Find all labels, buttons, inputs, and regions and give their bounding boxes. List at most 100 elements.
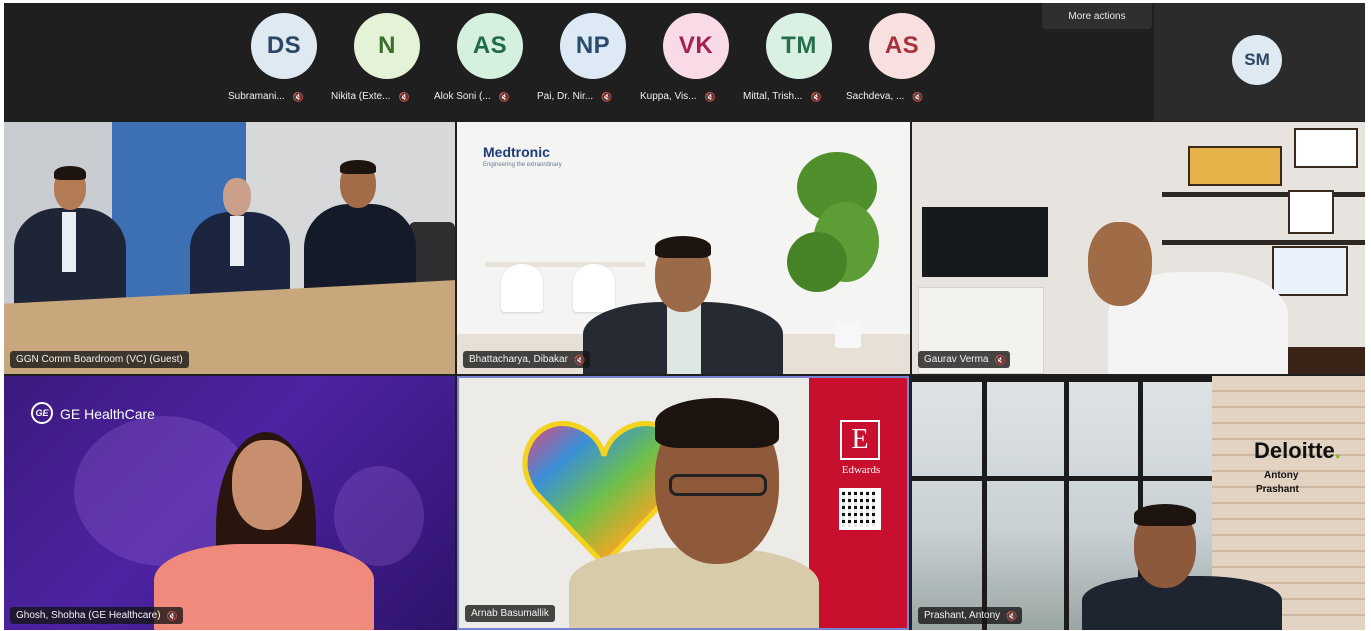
participant-name: Alok Soni (... xyxy=(434,91,491,102)
participant-tile[interactable]: NP Pai, Dr. Nir... 🔇 xyxy=(537,13,643,109)
person-head xyxy=(232,440,302,530)
self-avatar[interactable]: SM xyxy=(1232,35,1282,85)
person xyxy=(569,548,819,628)
person-head xyxy=(1088,222,1152,306)
participant-name: Bhattacharya, Dibakar xyxy=(469,354,568,365)
window-frame xyxy=(912,476,1212,481)
edwards-brand-text: Edwards xyxy=(841,464,881,476)
participant-name-row: Subramani... 🔇 xyxy=(228,91,348,102)
ge-brand-text: GE HealthCare xyxy=(60,406,155,422)
participant-tile[interactable]: N Nikita (Exte... 🔇 xyxy=(331,13,437,109)
video-tile-medtronic[interactable]: Medtronic Engineering the extraordinary … xyxy=(457,122,910,374)
background-chair xyxy=(501,264,543,312)
person-shirt xyxy=(230,216,244,266)
mic-off-icon: 🔇 xyxy=(498,91,510,102)
background-glow xyxy=(334,466,424,566)
avatar: N xyxy=(354,13,420,79)
participant-strip: DS Subramani... 🔇 N Nikita (Exte... 🔇 AS… xyxy=(4,3,1365,121)
mic-off-icon: 🔇 xyxy=(573,354,586,365)
plant xyxy=(787,232,847,292)
person-head xyxy=(223,178,251,216)
television xyxy=(922,207,1048,277)
mic-off-icon: 🔇 xyxy=(166,610,178,621)
person-shirt xyxy=(667,304,701,374)
shelf xyxy=(1162,240,1365,245)
tile-name-label: Gaurav Verma 🔇 xyxy=(918,351,1011,368)
mic-off-icon: 🔇 xyxy=(704,91,716,102)
avatar: NP xyxy=(560,13,626,79)
video-tile-deloitte[interactable]: Deloitte. Antony Prashant Prashant, Anto… xyxy=(912,376,1365,630)
window-frame xyxy=(982,376,987,630)
avatar: VK xyxy=(663,13,729,79)
person-hair xyxy=(1134,504,1196,526)
participant-tile[interactable]: AS Sachdeva, ... 🔇 xyxy=(846,13,952,109)
award-frame xyxy=(1294,128,1358,168)
award-frame xyxy=(1288,190,1334,234)
person-hair xyxy=(54,166,86,180)
participant-name-row: Sachdeva, ... 🔇 xyxy=(846,91,966,102)
person xyxy=(154,544,374,630)
participant-name: Gaurav Verma xyxy=(924,354,989,365)
participant-name-row: Alok Soni (... 🔇 xyxy=(434,91,554,102)
window-frame xyxy=(912,376,1212,382)
tile-name-label: GGN Comm Boardroom (VC) (Guest) xyxy=(10,351,189,368)
participant-name: Kuppa, Vis... xyxy=(640,91,697,102)
person xyxy=(1082,576,1282,630)
shelf xyxy=(1162,192,1365,197)
participant-name: Nikita (Exte... xyxy=(331,91,391,102)
video-tile-ge-healthcare[interactable]: GE GE HealthCare Ghosh, Shobha (GE Healt… xyxy=(4,376,455,630)
qr-code-pattern xyxy=(842,491,878,527)
participant-tile[interactable]: TM Mittal, Trish... 🔇 xyxy=(743,13,849,109)
person-shirt xyxy=(62,212,76,272)
mic-off-icon: 🔇 xyxy=(292,91,304,102)
avatar: AS xyxy=(457,13,523,79)
person-hair xyxy=(655,398,779,448)
more-actions-button[interactable]: More actions xyxy=(1042,3,1152,29)
background-table xyxy=(485,262,645,267)
participant-name-row: Pai, Dr. Nir... 🔇 xyxy=(537,91,657,102)
avatar: AS xyxy=(869,13,935,79)
meeting-stage: DS Subramani... 🔇 N Nikita (Exte... 🔇 AS… xyxy=(4,3,1365,630)
participant-name: Mittal, Trish... xyxy=(743,91,803,102)
participant-name: Prashant, Antony xyxy=(924,610,1001,621)
mic-off-icon: 🔇 xyxy=(1006,610,1018,621)
tile-name-label: Ghosh, Shobha (GE Healthcare) 🔇 xyxy=(10,607,183,624)
deloitte-brand-text: Deloitte xyxy=(1254,438,1335,463)
mic-off-icon: 🔇 xyxy=(810,91,822,102)
award-frame xyxy=(1188,146,1282,186)
participant-tile[interactable]: AS Alok Soni (... 🔇 xyxy=(434,13,540,109)
tile-name-label: Prashant, Antony 🔇 xyxy=(918,607,1023,624)
glasses xyxy=(669,474,767,496)
mic-off-icon: 🔇 xyxy=(912,91,924,102)
participant-name: Ghosh, Shobha (GE Healthcare) xyxy=(16,610,161,621)
participant-tile[interactable]: DS Subramani... 🔇 xyxy=(228,13,334,109)
participant-name: Pai, Dr. Nir... xyxy=(537,91,594,102)
participant-name: Subramani... xyxy=(228,91,285,102)
participant-tile[interactable]: VK Kuppa, Vis... 🔇 xyxy=(640,13,746,109)
participant-name-row: Kuppa, Vis... 🔇 xyxy=(640,91,760,102)
participant-name-row: Mittal, Trish... 🔇 xyxy=(743,91,863,102)
person-hair xyxy=(655,236,711,258)
mic-off-icon: 🔇 xyxy=(398,91,410,102)
participant-name: Sachdeva, ... xyxy=(846,91,905,102)
tile-name-label: Bhattacharya, Dibakar 🔇 xyxy=(463,351,590,368)
participant-name: GGN Comm Boardroom (VC) (Guest) xyxy=(16,354,183,365)
video-tile-office[interactable]: Gaurav Verma 🔇 xyxy=(912,122,1365,374)
plant-pot xyxy=(835,322,861,348)
avatar: TM xyxy=(766,13,832,79)
medtronic-logo: Medtronic xyxy=(483,144,550,160)
person-hair xyxy=(340,160,376,174)
tile-name-label: Arnab Basumallik xyxy=(465,605,555,622)
deloitte-last-name: Prashant xyxy=(1256,484,1299,495)
deloitte-logo: Deloitte. xyxy=(1254,438,1341,463)
participant-name: Arnab Basumallik xyxy=(471,608,549,619)
background-chair xyxy=(573,264,615,312)
video-tile-boardroom[interactable]: GGN Comm Boardroom (VC) (Guest) xyxy=(4,122,455,374)
edwards-logo-icon: E xyxy=(840,420,880,460)
video-tile-edwards[interactable]: E Edwards Arnab Basumallik xyxy=(457,376,909,630)
medtronic-tagline: Engineering the extraordinary xyxy=(483,162,562,168)
mic-off-icon: 🔇 xyxy=(994,354,1006,365)
deloitte-first-name: Antony xyxy=(1264,470,1299,481)
participant-name-row: Nikita (Exte... 🔇 xyxy=(331,91,451,102)
window-frame xyxy=(1064,376,1069,630)
